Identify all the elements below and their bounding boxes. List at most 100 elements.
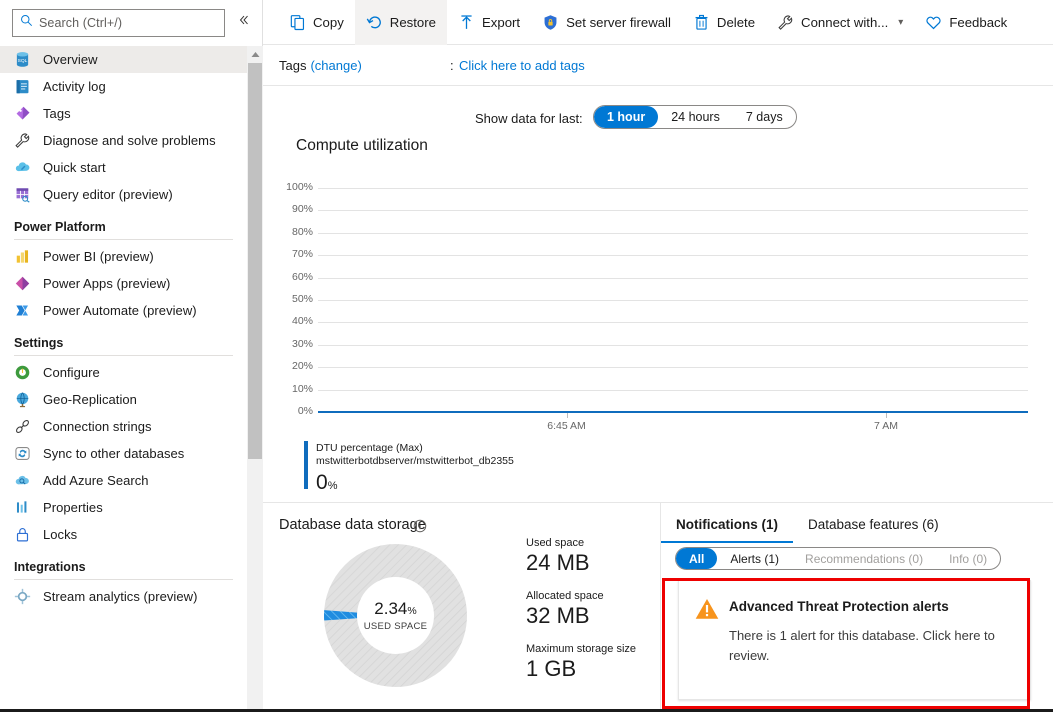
sidebar-item-diagnose-and-solve-problems[interactable]: Diagnose and solve problems: [0, 127, 247, 154]
chevron-double-left-icon[interactable]: [234, 13, 254, 33]
power-bi-icon: [14, 248, 31, 265]
add-tags-link[interactable]: Click here to add tags: [459, 58, 585, 73]
sidebar-item-label: Power Automate (preview): [43, 303, 197, 318]
filter-all[interactable]: All: [676, 548, 717, 569]
sidebar-item-power-automate-preview[interactable]: Power Automate (preview): [0, 297, 247, 324]
sidebar-item-stream-analytics-preview[interactable]: Stream analytics (preview): [0, 583, 247, 610]
toolbar-feedback-button[interactable]: Feedback: [914, 0, 1018, 45]
storage-title: Database data storage: [279, 517, 426, 533]
sync-icon: [14, 445, 31, 462]
storage-stat-value: 1 GB: [526, 655, 656, 682]
sidebar-search-row: Search (Ctrl+/): [0, 0, 263, 46]
heart-icon: [925, 14, 942, 31]
wrench-icon: [777, 14, 794, 31]
svg-text:SQL: SQL: [18, 58, 28, 64]
sidebar-item-activity-log[interactable]: Activity log: [0, 73, 247, 100]
tab-database-features-6[interactable]: Database features (6): [793, 503, 954, 543]
search-input[interactable]: Search (Ctrl+/): [12, 9, 225, 37]
filter-recommendations-0[interactable]: Recommendations (0): [792, 548, 936, 569]
notification-filter-group: All Alerts (1)Recommendations (0)Info (0): [675, 547, 1001, 570]
chart-gridline: [318, 188, 1028, 189]
storage-stat-value: 32 MB: [526, 602, 656, 629]
filter-alerts-1[interactable]: Alerts (1): [717, 548, 792, 569]
info-circle-icon[interactable]: [413, 519, 427, 538]
export-up-arrow-icon: [458, 14, 475, 31]
configure-icon: [14, 364, 31, 381]
sidebar-item-properties[interactable]: Properties: [0, 494, 247, 521]
chart-y-tick-label: 50%: [273, 293, 313, 305]
sidebar-item-configure[interactable]: Configure: [0, 359, 247, 386]
sidebar-item-locks[interactable]: Locks: [0, 521, 247, 548]
sidebar-item-query-editor-preview[interactable]: Query editor (preview): [0, 181, 247, 208]
sidebar-item-quick-start[interactable]: Quick start: [0, 154, 247, 181]
chart-x-tick-mark: [567, 413, 568, 418]
sidebar-item-label: Query editor (preview): [43, 187, 173, 202]
chart-y-tick-label: 60%: [273, 271, 313, 283]
time-range-option-label: 7 days: [746, 110, 783, 124]
toolbar-button-label: Connect with...: [801, 15, 888, 30]
legend-current-value: 0: [316, 471, 328, 494]
cloud-search-icon: [14, 472, 31, 489]
toolbar-export-button[interactable]: Export: [447, 0, 531, 45]
chart-y-tick-label: 0%: [273, 405, 313, 417]
tags-change-link[interactable]: (change): [310, 58, 361, 73]
properties-bars-icon: [14, 499, 31, 516]
sidebar-item-add-azure-search[interactable]: Add Azure Search: [0, 467, 247, 494]
time-range-option-7-days[interactable]: 7 days: [733, 106, 796, 128]
sidebar-scrollbar-thumb[interactable]: [248, 63, 262, 459]
activity-log-icon: [14, 78, 31, 95]
sidebar-item-overview[interactable]: SQLOverview: [0, 46, 247, 73]
copy-icon: [289, 14, 306, 31]
sql-database-icon: SQL: [14, 51, 31, 68]
tab-label: Notifications (1): [676, 517, 778, 532]
toolbar-connect-with-button[interactable]: Connect with...▾: [766, 0, 914, 45]
wrench-icon: [14, 132, 31, 149]
tag-icon: [14, 105, 31, 122]
filter-label: All: [689, 552, 704, 566]
chart-y-tick-label: 40%: [273, 315, 313, 327]
time-range-option-1-hour[interactable]: 1 hour: [594, 106, 658, 128]
sidebar-nav-list: SQLOverviewActivity log Tags Diagnose and …: [0, 46, 247, 712]
time-range-pill-group: 1 hour24 hours 7 days: [593, 105, 797, 129]
group-divider: [14, 355, 233, 356]
sidebar-group-title: Integrations: [14, 560, 233, 579]
power-automate-icon: [14, 302, 31, 319]
sidebar-item-power-apps-preview[interactable]: Power Apps (preview): [0, 270, 247, 297]
toolbar-restore-button[interactable]: Restore: [355, 0, 447, 45]
globe-icon: [14, 391, 31, 408]
filter-info-0[interactable]: Info (0): [936, 548, 1000, 569]
chart-plot-area: 100%90%80%70%60%50%40%30%20%10%0%: [318, 188, 1028, 412]
chart-x-tick-label: 7 AM: [874, 420, 898, 432]
chart-y-tick-label: 100%: [273, 181, 313, 193]
sidebar-item-label: Quick start: [43, 160, 106, 175]
sidebar-item-label: Properties: [43, 500, 103, 515]
lock-icon: [14, 526, 31, 543]
chart-gridline: [318, 390, 1028, 391]
storage-stat-label: Allocated space: [526, 590, 656, 602]
scroll-up-arrow-icon[interactable]: [247, 46, 263, 63]
sidebar-item-label: Power Apps (preview): [43, 276, 170, 291]
chart-title: Compute utilization: [296, 137, 428, 155]
sidebar-item-connection-strings[interactable]: Connection strings: [0, 413, 247, 440]
notifications-card: Notifications (1) Database features (6) A…: [661, 503, 1053, 712]
sidebar-item-power-bi-preview[interactable]: Power BI (preview): [0, 243, 247, 270]
sidebar-item-tags[interactable]: Tags: [0, 100, 247, 127]
toolbar-button-label: Restore: [390, 15, 436, 30]
sidebar-item-label: Diagnose and solve problems: [43, 133, 216, 148]
sidebar-item-sync-to-other-databases[interactable]: Sync to other databases: [0, 440, 247, 467]
toolbar-delete-button[interactable]: Delete: [682, 0, 766, 45]
left-navigation-pane: Search (Ctrl+/) SQLOverviewActivity log T…: [0, 0, 263, 712]
tab-notifications-1[interactable]: Notifications (1): [661, 503, 793, 543]
time-range-label: Show data for last:: [475, 111, 583, 126]
chart-gridline: [318, 300, 1028, 301]
chart-gridline: [318, 367, 1028, 368]
alert-tile[interactable]: Advanced Threat Protection alerts There …: [678, 580, 1031, 700]
chart-legend: DTU percentage (Max) mstwitterbotdbserve…: [304, 441, 704, 499]
toolbar-set-server-firewall-button[interactable]: Set server firewall: [531, 0, 682, 45]
sidebar-item-geo-replication[interactable]: Geo-Replication: [0, 386, 247, 413]
sidebar-item-label: Tags: [43, 106, 71, 121]
toolbar-copy-button[interactable]: Copy: [278, 0, 355, 45]
tags-separator: :: [450, 58, 454, 73]
toolbar-button-label: Set server firewall: [566, 15, 671, 30]
time-range-option-24-hours[interactable]: 24 hours: [658, 106, 733, 128]
